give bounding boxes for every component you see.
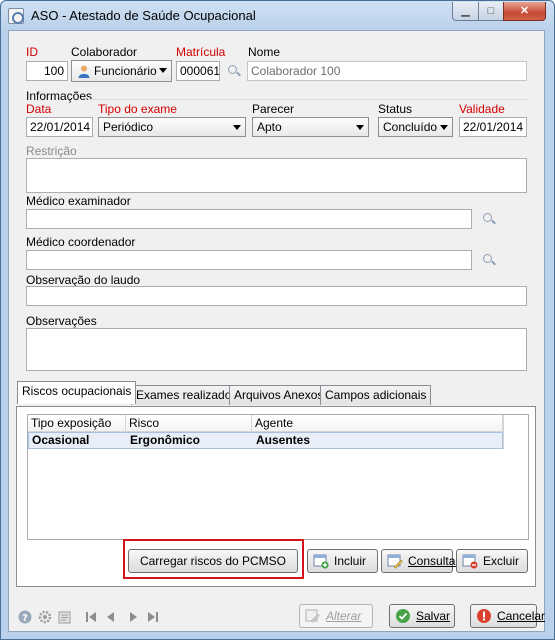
id-field[interactable]: 100 xyxy=(26,61,68,81)
edit-icon xyxy=(305,608,321,624)
nome-label: Nome xyxy=(248,45,281,59)
app-icon xyxy=(8,8,24,24)
column-header-risco[interactable]: Risco xyxy=(126,415,252,432)
medico-coordenador-label: Médico coordenador xyxy=(26,235,136,249)
column-header-agente[interactable]: Agente xyxy=(252,415,503,432)
chevron-down-icon xyxy=(233,125,241,130)
riscos-grid[interactable]: Tipo exposição Risco Agente Ocasional Er… xyxy=(27,414,529,540)
title-bar[interactable]: ASO - Atestado de Saúde Ocupacional ▁ □ … xyxy=(1,1,554,31)
matricula-label: Matrícula xyxy=(176,45,226,59)
validade-field[interactable]: 22/01/2014 xyxy=(459,117,527,137)
column-header-tipo-exposicao[interactable]: Tipo exposição xyxy=(28,415,126,432)
user-icon xyxy=(77,64,91,78)
alterar-button[interactable]: Alterar xyxy=(299,604,373,628)
incluir-button[interactable]: Incluir xyxy=(307,549,378,573)
observacoes-label: Observações xyxy=(26,314,97,328)
edit-record-icon xyxy=(387,553,403,569)
chevron-down-icon xyxy=(356,125,364,130)
previous-record-icon[interactable] xyxy=(107,610,121,624)
cell-agente: Ausentes xyxy=(256,433,311,447)
chevron-down-icon xyxy=(440,125,448,130)
id-label: ID xyxy=(26,45,38,59)
status-select[interactable]: Concluído xyxy=(378,117,453,137)
medico-examinador-label: Médico examinador xyxy=(26,194,131,208)
maximize-button[interactable]: □ xyxy=(478,2,504,21)
tipo-exame-label: Tipo do exame xyxy=(98,102,177,116)
svg-text:?: ? xyxy=(22,613,28,624)
data-label: Data xyxy=(26,102,52,116)
tab-campos-adicionais[interactable]: Campos adicionais xyxy=(320,385,432,405)
close-button[interactable]: ✕ xyxy=(503,2,546,21)
medico-coordenador-field[interactable] xyxy=(26,250,472,270)
tab-riscos-ocupacionais[interactable]: Riscos ocupacionais xyxy=(17,381,137,404)
data-field[interactable]: 22/01/2014 xyxy=(26,117,93,137)
cell-tipo-exposicao: Ocasional xyxy=(32,433,90,447)
cancel-icon xyxy=(476,608,492,624)
tab-exames-realizados[interactable]: Exames realizados xyxy=(131,385,243,405)
minimize-button[interactable]: ▁ xyxy=(452,2,479,21)
tab-arquivos-anexos[interactable]: Arquivos Anexos xyxy=(229,385,329,405)
nome-field[interactable]: Colaborador 100 xyxy=(247,61,527,81)
grid-divider xyxy=(503,415,504,449)
observacao-laudo-field[interactable] xyxy=(26,286,527,306)
report-icon[interactable] xyxy=(58,610,72,624)
add-record-icon xyxy=(313,553,329,569)
parecer-select[interactable]: Apto xyxy=(252,117,369,137)
medico-examinador-field[interactable] xyxy=(26,209,472,229)
informacoes-group-label: Informações xyxy=(26,89,93,103)
table-row[interactable]: Ocasional Ergonômico Ausentes xyxy=(28,432,503,449)
grid-header: Tipo exposição Risco Agente xyxy=(28,415,503,432)
group-divider xyxy=(88,99,528,100)
restricao-label: Restrição xyxy=(26,144,77,158)
observacao-laudo-label: Observação do laudo xyxy=(26,273,141,287)
search-icon[interactable] xyxy=(227,64,241,78)
restricao-memo[interactable] xyxy=(26,158,527,193)
tools-icon[interactable] xyxy=(38,610,52,624)
search-icon[interactable] xyxy=(482,212,496,226)
first-record-icon[interactable] xyxy=(86,610,100,624)
status-label: Status xyxy=(378,102,413,116)
salvar-button[interactable]: Salvar xyxy=(389,604,455,628)
parecer-label: Parecer xyxy=(252,102,295,116)
colaborador-select[interactable]: Funcionário xyxy=(71,60,172,82)
excluir-button[interactable]: Excluir xyxy=(456,549,528,573)
help-icon[interactable]: ? xyxy=(18,610,32,624)
next-record-icon[interactable] xyxy=(130,610,144,624)
validade-label: Validade xyxy=(459,102,505,116)
last-record-icon[interactable] xyxy=(148,610,162,624)
cancelar-button[interactable]: Cancelar xyxy=(470,604,545,628)
window-title: ASO - Atestado de Saúde Ocupacional xyxy=(31,8,256,23)
matricula-field[interactable]: 000061 xyxy=(176,61,220,81)
consultar-button[interactable]: Consultar xyxy=(381,549,459,573)
delete-record-icon xyxy=(462,553,478,569)
observacoes-memo[interactable] xyxy=(26,328,527,371)
search-icon[interactable] xyxy=(482,253,496,267)
colaborador-label: Colaborador xyxy=(71,45,138,59)
highlight-box xyxy=(123,539,304,579)
check-icon xyxy=(395,608,411,624)
tipo-exame-select[interactable]: Periódico xyxy=(98,117,246,137)
chevron-down-icon xyxy=(159,68,167,73)
cell-risco: Ergonômico xyxy=(130,433,201,447)
